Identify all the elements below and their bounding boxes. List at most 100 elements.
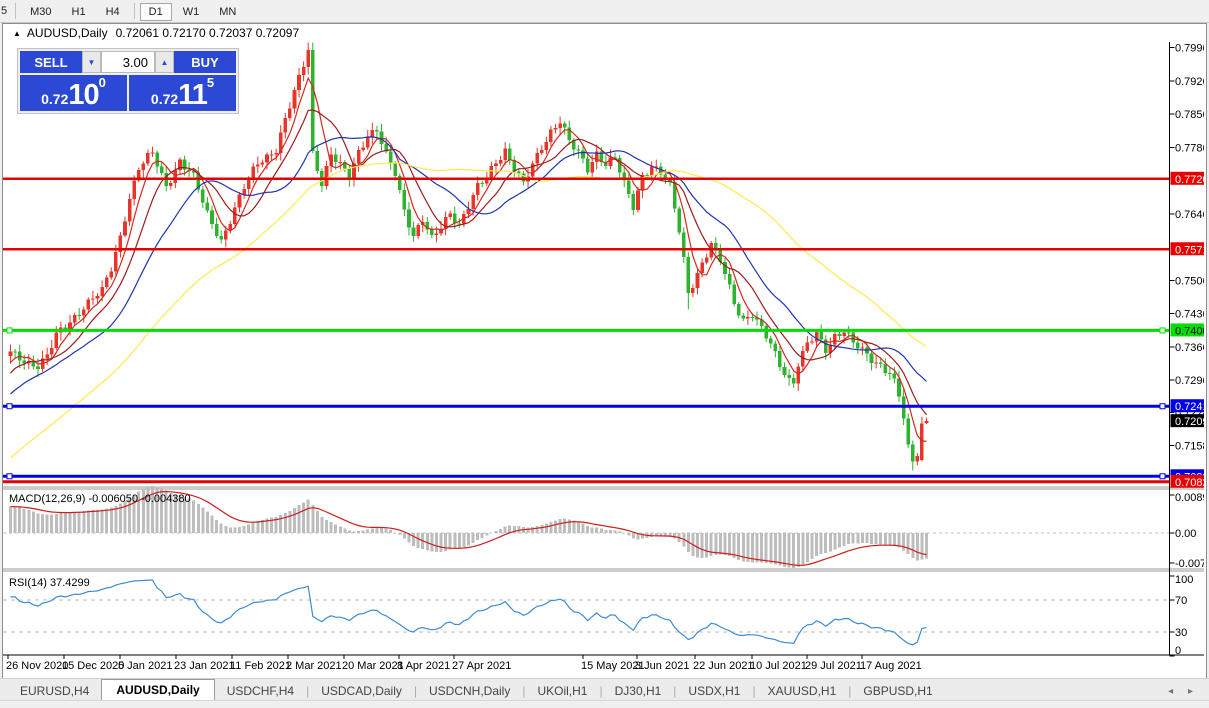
candle xyxy=(682,233,686,257)
svg-text:70: 70 xyxy=(1175,595,1187,607)
timeframe-button-h4[interactable]: H4 xyxy=(97,3,129,21)
svg-text:0.72411: 0.72411 xyxy=(1175,401,1204,413)
chart-canvas[interactable]: MACD(12,26,9) -0.006050 -0.004380RSI(14)… xyxy=(3,42,1204,676)
volume-increase-button[interactable]: ▲ xyxy=(155,51,174,73)
symbol-tab-usdchf[interactable]: USDCHF,H4 xyxy=(215,681,306,701)
one-click-trade-panel: SELL ▼ ▲ BUY 0.72 10 0 0.72 11 5 xyxy=(17,48,239,114)
candle xyxy=(430,229,434,234)
buy-price-big: 11 xyxy=(178,82,207,109)
volume-input[interactable] xyxy=(101,51,155,73)
sell-price-button[interactable]: 0.72 10 0 xyxy=(20,75,127,111)
candle xyxy=(554,128,558,129)
svg-text:0.70820: 0.70820 xyxy=(1175,477,1204,489)
candle xyxy=(238,194,242,207)
candle xyxy=(540,150,544,153)
candle xyxy=(45,355,49,359)
candle xyxy=(407,210,411,228)
candle xyxy=(403,190,407,210)
candle xyxy=(210,211,214,224)
moving-average-lines xyxy=(11,78,927,458)
hline-handle[interactable] xyxy=(1160,474,1165,479)
candle xyxy=(893,374,897,379)
candle xyxy=(856,342,860,348)
candle xyxy=(274,153,278,154)
symbol-tab-usdcad[interactable]: USDCAD,Daily xyxy=(309,681,414,701)
x-axis-label: 3 Jun 2021 xyxy=(635,660,689,672)
symbol-tab-ukoil[interactable]: UKOil,H1 xyxy=(525,681,599,701)
candle xyxy=(705,258,709,263)
symbol-tab-xauusd[interactable]: XAUUSD,H1 xyxy=(756,681,849,701)
candle xyxy=(375,130,379,132)
candle xyxy=(265,155,269,163)
symbol-tab-gbpusd[interactable]: GBPUSD,H1 xyxy=(851,681,944,701)
symbol-tab-usdx[interactable]: USDX,H1 xyxy=(676,681,752,701)
symbol-tab-audusd[interactable]: AUDUSD,Daily xyxy=(101,679,214,701)
candle xyxy=(842,332,846,336)
candle xyxy=(361,148,365,150)
candle xyxy=(861,348,865,349)
candle xyxy=(284,118,288,132)
timeframe-button-m5-clipped[interactable]: 5 xyxy=(0,3,11,19)
candle xyxy=(728,274,732,285)
candle xyxy=(325,166,329,186)
candle xyxy=(677,208,681,232)
candle xyxy=(128,199,132,222)
symbol-tab-eurusd[interactable]: EURUSD,H4 xyxy=(8,681,101,701)
collapse-triangle-icon[interactable]: ▲ xyxy=(13,29,21,38)
hline-handle[interactable] xyxy=(7,404,12,409)
candle xyxy=(609,157,613,165)
candle xyxy=(219,236,223,239)
svg-text:0.75716: 0.75716 xyxy=(1175,244,1204,256)
candle xyxy=(581,150,585,158)
candle xyxy=(577,149,581,150)
hline-handle[interactable] xyxy=(7,328,12,333)
candle xyxy=(819,332,823,339)
candle xyxy=(50,348,54,355)
rsi-label: RSI(14) 37.4299 xyxy=(9,577,90,589)
symbol-tab-usdcnh[interactable]: USDCNH,Daily xyxy=(417,681,522,701)
sell-price-base: 0.72 xyxy=(41,89,68,109)
timeframe-button-m30[interactable]: M30 xyxy=(21,3,60,21)
symbol-tab-dj30[interactable]: DJ30,H1 xyxy=(603,681,674,701)
x-axis-label: 2 Mar 2021 xyxy=(286,660,342,672)
timeframe-button-h1[interactable]: H1 xyxy=(63,3,95,21)
candle xyxy=(146,153,150,163)
candle xyxy=(751,317,755,318)
candle xyxy=(458,223,462,224)
candle xyxy=(650,167,654,176)
candle xyxy=(412,228,416,236)
x-axis-label: 5 Jan 2021 xyxy=(118,660,172,672)
x-axis-label: 23 Jan 2021 xyxy=(174,660,235,672)
candle xyxy=(151,152,155,153)
volume-decrease-button[interactable]: ▼ xyxy=(82,51,101,73)
candle xyxy=(476,183,480,195)
candle xyxy=(316,151,320,171)
buy-button[interactable]: BUY xyxy=(174,51,236,73)
buy-price-sup: 5 xyxy=(207,77,214,88)
candle xyxy=(233,208,237,225)
candle xyxy=(270,155,274,156)
timeframe-button-mn[interactable]: MN xyxy=(210,3,245,21)
candle xyxy=(389,152,393,164)
candle xyxy=(215,224,219,236)
toolbar-separator xyxy=(15,3,16,19)
sell-button[interactable]: SELL xyxy=(20,51,82,73)
candle xyxy=(535,153,539,164)
hline-handle[interactable] xyxy=(7,474,12,479)
chart-window: ▲ AUDUSD,Daily 0.72061 0.72170 0.72037 0… xyxy=(2,23,1207,679)
candle xyxy=(627,181,631,195)
candle xyxy=(114,252,118,272)
candle xyxy=(714,243,718,248)
candle xyxy=(9,351,13,356)
tab-scroll-arrows[interactable]: ◂ ▸ xyxy=(1168,686,1209,701)
candle xyxy=(870,354,874,364)
timeframe-button-d1[interactable]: D1 xyxy=(140,3,172,21)
hline-handle[interactable] xyxy=(1160,404,1165,409)
hline-handle[interactable] xyxy=(1160,328,1165,333)
chart-title-bar: ▲ AUDUSD,Daily 0.72061 0.72170 0.72037 0… xyxy=(3,24,1206,42)
svg-text:0.78560: 0.78560 xyxy=(1175,109,1204,121)
candle xyxy=(586,159,590,173)
buy-price-button[interactable]: 0.72 11 5 xyxy=(129,75,236,111)
candle xyxy=(36,366,40,369)
timeframe-button-w1[interactable]: W1 xyxy=(174,3,209,21)
